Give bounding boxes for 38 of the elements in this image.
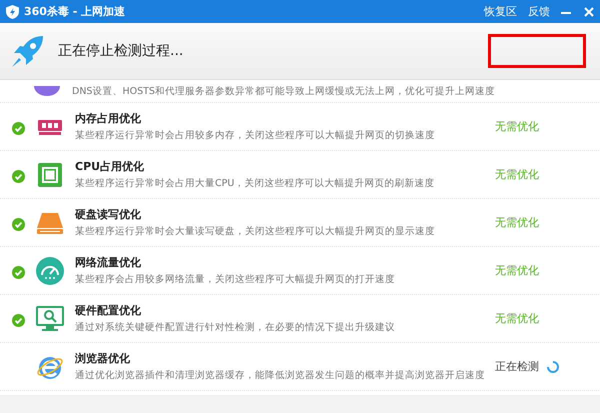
item-status: 无需优化 xyxy=(495,263,539,278)
item-title: 网络流量优化 xyxy=(75,255,142,270)
window-title: 360杀毒 - 上网加速 xyxy=(24,4,126,19)
check-icon xyxy=(12,314,25,327)
speedometer-icon xyxy=(36,256,64,284)
item-status: 无需优化 xyxy=(495,311,539,326)
status-text: 正在停止检测过程... xyxy=(58,42,184,60)
item-description: 通过优化浏览器插件和清理浏览器缓存，能降低浏览器发生问题的概率并提高浏览器开启速度 xyxy=(75,369,485,382)
check-icon xyxy=(12,122,25,135)
memory-chip-icon xyxy=(37,118,63,136)
title-link[interactable]: 恢复区 xyxy=(484,4,517,19)
item-status: 无需优化 xyxy=(495,119,539,134)
spinner-icon xyxy=(547,360,559,372)
check-icon xyxy=(12,218,25,231)
monitor-magnifier-icon xyxy=(36,306,64,332)
item-description: 某些程序运行异常时会大量读写硬盘，关闭这些程序可以大幅提升网页的显示速度 xyxy=(75,225,436,238)
item-description: 通过对系统关键硬件配置进行针对性检测，在必要的情况下提出升级建议 xyxy=(75,321,396,334)
item-status: 正在检测 xyxy=(495,359,539,374)
item-title: 内存占用优化 xyxy=(75,111,142,126)
check-icon xyxy=(12,170,25,183)
shield-logo-icon xyxy=(6,4,19,18)
item-title: 硬件配置优化 xyxy=(75,303,142,318)
item-description: 某些程序运行异常时会占用大量CPU，关闭这些程序可以大幅提升网页的刷新速度 xyxy=(75,177,436,190)
item-description: 某些程序会占用较多网络流量，关闭这些程序可大幅提升网页的打开速度 xyxy=(75,273,396,286)
item-description: 某些程序运行异常时会占用较多内存，关闭这些程序可以大幅提升网页的切换速度 xyxy=(75,129,436,142)
hard-disk-icon xyxy=(36,210,64,234)
cpu-chip-icon xyxy=(37,162,63,188)
item-status: 无需优化 xyxy=(495,215,539,230)
item-title: CPU占用优化 xyxy=(75,159,146,174)
item-title: 硬盘读写优化 xyxy=(75,207,142,222)
rocket-icon xyxy=(10,33,46,69)
check-icon xyxy=(12,266,25,279)
title-link[interactable]: 反馈 xyxy=(528,4,550,19)
item-status: 无需优化 xyxy=(495,167,539,182)
item-description: DNS设置、HOSTS和代理服务器参数异常都可能导致上网缓慢或无法上网，优化可提升上网速度 xyxy=(72,84,495,98)
close-icon[interactable] xyxy=(584,6,594,16)
item-title: 浏览器优化 xyxy=(75,351,131,366)
partial-icon xyxy=(34,86,60,96)
